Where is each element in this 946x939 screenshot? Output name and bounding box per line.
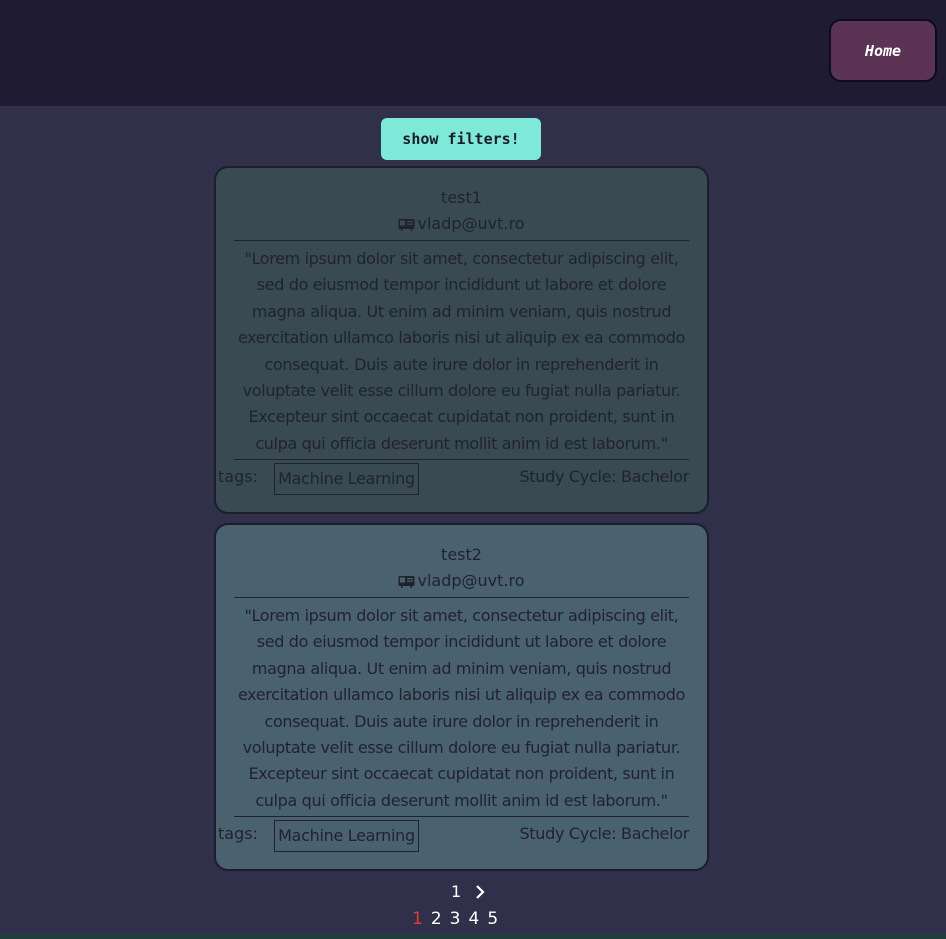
top-bar: Home — [0, 0, 946, 106]
thesis-card[interactable]: test2 vladp@uvt.ro "Lorem ipsum dolor si… — [214, 523, 709, 871]
page-link-4[interactable]: 4 — [468, 909, 479, 929]
divider — [234, 597, 689, 598]
study-cycle: Study Cycle: Bachelor — [519, 467, 689, 486]
divider — [234, 459, 689, 460]
tag-chip[interactable]: Machine Learning — [274, 820, 419, 852]
card-title: test2 — [441, 545, 482, 564]
divider — [234, 240, 689, 241]
card-email: vladp@uvt.ro — [216, 571, 707, 590]
page-link-5[interactable]: 5 — [487, 909, 498, 929]
card-email: vladp@uvt.ro — [216, 214, 707, 233]
card-email-text: vladp@uvt.ro — [417, 214, 525, 233]
tags-label: tags: — [218, 467, 258, 486]
mailbox-icon — [398, 218, 415, 231]
card-email-text: vladp@uvt.ro — [417, 571, 525, 590]
card-title: test1 — [441, 188, 482, 207]
pagination: 12345 — [412, 909, 498, 929]
page-link-2[interactable]: 2 — [431, 909, 442, 929]
divider — [234, 816, 689, 817]
bottom-strip — [0, 934, 946, 939]
current-page-number: 1 — [451, 882, 462, 901]
mailbox-icon — [398, 575, 415, 588]
card-description: "Lorem ipsum dolor sit amet, consectetur… — [237, 606, 686, 810]
study-cycle: Study Cycle: Bachelor — [519, 824, 689, 843]
page-link-1[interactable]: 1 — [412, 909, 423, 929]
chevron-right-icon[interactable] — [473, 884, 487, 900]
show-filters-button[interactable]: show filters! — [381, 118, 541, 160]
page-link-3[interactable]: 3 — [450, 909, 461, 929]
home-button[interactable]: Home — [829, 19, 937, 82]
card-description: "Lorem ipsum dolor sit amet, consectetur… — [237, 249, 686, 453]
tags-label: tags: — [218, 824, 258, 843]
page-indicator: 1 — [451, 882, 487, 901]
tag-chip[interactable]: Machine Learning — [274, 463, 419, 495]
thesis-card[interactable]: test1 vladp@uvt.ro "Lorem ipsum dolor si… — [214, 166, 709, 514]
